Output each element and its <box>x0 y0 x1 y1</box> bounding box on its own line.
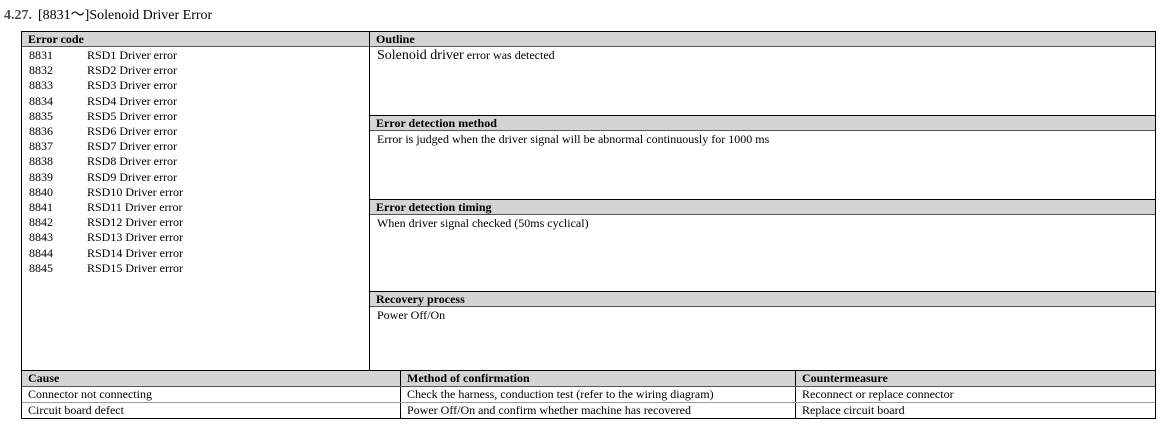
code-row: 8834 RSD4 Driver error <box>29 94 362 109</box>
recovery-header: Recovery process <box>370 292 1155 307</box>
code-row: 8835 RSD5 Driver error <box>29 109 362 124</box>
outline-text: Solenoid driver error was detected <box>370 47 1155 65</box>
detection-method-section: Error detection method Error is judged w… <box>370 115 1155 200</box>
detection-timing-header: Error detection timing <box>370 200 1155 215</box>
code-row: 8841 RSD11 Driver error <box>29 200 362 215</box>
code-number: 8837 <box>29 139 53 154</box>
error-code-list: 8831 RSD1 Driver error 8832 RSD2 Driver er… <box>22 47 369 276</box>
code-label: RSD8 Driver error <box>87 154 177 169</box>
code-number: 8831 <box>29 48 53 62</box>
countermeasure-cell: Reconnect or replace connector <box>802 387 954 401</box>
outline-text-small: error was detected <box>463 48 555 62</box>
cause-cell: Connector not connecting <box>22 387 401 402</box>
outline-section: Outline Solenoid driver error was detect… <box>370 32 1155 115</box>
code-number: 8842 <box>29 215 53 230</box>
code-row: 8845 RSD15 Driver error <box>29 261 362 276</box>
code-number: 8839 <box>29 169 53 184</box>
code-label: RSD1 Driver error <box>87 48 177 62</box>
recovery-text: Power Off/On <box>377 308 446 322</box>
code-label: RSD7 Driver error <box>87 139 177 154</box>
code-row: 8831 RSD1 Driver error <box>29 48 362 63</box>
code-number: 8833 <box>29 78 53 93</box>
error-info-table: Error code 8831 RSD1 Driver error 8832 RSD… <box>21 31 1156 371</box>
error-code-header: Error code <box>22 32 369 47</box>
table-row: Connector not connecting Check the harne… <box>22 387 1155 402</box>
cause-table-header: Cause Method of confirmation Countermeas… <box>22 371 1155 387</box>
outline-header: Outline <box>370 32 1155 47</box>
code-row: 8837 RSD7 Driver error <box>29 139 362 154</box>
code-number: 8832 <box>29 63 53 78</box>
error-code-column: Error code 8831 RSD1 Driver error 8832 RSD… <box>22 32 370 370</box>
code-label: RSD4 Driver error <box>87 93 177 108</box>
code-row: 8833 RSD3 Driver error <box>29 78 362 93</box>
code-label: RSD13 Driver error <box>87 230 183 245</box>
code-label: RSD14 Driver error <box>87 245 183 260</box>
code-label: RSD6 Driver error <box>87 124 177 139</box>
cause-header: Cause <box>22 371 401 386</box>
detection-timing-section: Error detection timing When driver signa… <box>370 199 1155 292</box>
section-number: 4.27. <box>4 8 32 23</box>
code-label: RSD12 Driver error <box>87 215 183 230</box>
countermeasure-cell: Replace circuit board <box>802 403 905 417</box>
code-row: 8832 RSD2 Driver error <box>29 63 362 78</box>
code-row: 8842 RSD12 Driver error <box>29 215 362 230</box>
detection-timing-text: When driver signal checked (50ms cyclica… <box>377 216 589 230</box>
countermeasure-header: Countermeasure <box>802 371 888 385</box>
code-row: 8844 RSD14 Driver error <box>29 246 362 261</box>
code-label: RSD2 Driver error <box>87 63 177 78</box>
code-label: RSD5 Driver error <box>87 108 177 123</box>
code-row: 8840 RSD10 Driver error <box>29 185 362 200</box>
detection-method-text: Error is judged when the driver signal w… <box>377 132 770 146</box>
code-number: 8836 <box>29 124 53 139</box>
page-title: 4.27. [8831～]Solenoid Driver Error <box>4 4 212 24</box>
code-row: 8836 RSD6 Driver error <box>29 124 362 139</box>
code-number: 8845 <box>29 260 53 275</box>
cause-table: Cause Method of confirmation Countermeas… <box>21 371 1156 419</box>
code-number: 8834 <box>29 93 53 108</box>
method-cell: Power Off/On and confirm whether machine… <box>401 403 796 418</box>
code-row: 8843 RSD13 Driver error <box>29 230 362 245</box>
code-number: 8844 <box>29 245 53 260</box>
code-number: 8840 <box>29 184 53 199</box>
code-label: RSD9 Driver error <box>87 169 177 184</box>
detection-method-header: Error detection method <box>370 116 1155 131</box>
method-header: Method of confirmation <box>401 371 796 386</box>
code-label: RSD3 Driver error <box>87 78 177 93</box>
method-cell: Check the harness, conduction test (refe… <box>401 387 796 402</box>
code-number: 8841 <box>29 200 53 215</box>
code-row: 8838 RSD8 Driver error <box>29 154 362 169</box>
outline-text-large: Solenoid driver <box>377 48 464 63</box>
code-number: 8838 <box>29 154 53 169</box>
code-number: 8843 <box>29 230 53 245</box>
recovery-section: Recovery process Power Off/On <box>370 291 1155 370</box>
details-column: Outline Solenoid driver error was detect… <box>370 32 1155 370</box>
section-title: [8831～]Solenoid Driver Error <box>38 8 213 23</box>
code-label: RSD11 Driver error <box>87 200 183 215</box>
table-row: Circuit board defect Power Off/On and co… <box>22 402 1155 418</box>
code-row: 8839 RSD9 Driver error <box>29 170 362 185</box>
code-label: RSD15 Driver error <box>87 260 183 275</box>
code-number: 8835 <box>29 108 53 123</box>
code-label: RSD10 Driver error <box>87 184 183 199</box>
cause-cell: Circuit board defect <box>22 403 401 418</box>
